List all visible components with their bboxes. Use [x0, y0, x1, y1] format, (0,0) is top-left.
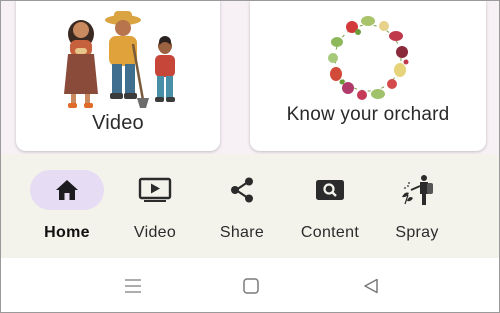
orchard-card-label: Know your orchard	[286, 104, 450, 125]
nav-label-share: Share	[219, 224, 265, 241]
fruit-wreath-illustration	[328, 16, 409, 100]
nav-item-content[interactable]: Content	[288, 168, 372, 252]
home-square-icon	[243, 278, 259, 294]
nav-label-video: Video	[133, 224, 177, 241]
video-card[interactable]: Video	[16, 0, 220, 151]
content-area: Video Know your orchard	[1, 0, 499, 154]
image-search-icon	[316, 180, 344, 200]
nav-item-video[interactable]: Video	[113, 168, 197, 252]
home-icon	[56, 180, 78, 200]
home-square-button[interactable]	[239, 274, 263, 298]
recent-apps-icon	[125, 279, 141, 293]
farmers-family-illustration	[64, 11, 175, 108]
share-icon	[231, 177, 253, 203]
nav-item-home[interactable]: Home	[25, 168, 109, 252]
orchard-card[interactable]: Know your orchard	[250, 0, 486, 151]
video-player-icon	[138, 177, 172, 202]
nav-label-content: Content	[300, 224, 360, 241]
recent-apps-button[interactable]	[121, 274, 145, 298]
nav-label-spray: Spray	[395, 224, 439, 241]
bottom-navigation-bar: Home Video Share Content Spray	[1, 154, 499, 258]
active-indicator-pill	[30, 170, 104, 210]
system-navigation-bar	[1, 258, 499, 312]
sprayer-icon	[402, 175, 433, 205]
nav-item-share[interactable]: Share	[200, 168, 284, 252]
nav-label-home: Home	[44, 224, 90, 241]
back-triangle-icon	[364, 278, 378, 294]
nav-item-spray[interactable]: Spray	[375, 168, 459, 252]
video-card-label: Video	[92, 112, 144, 134]
back-button[interactable]	[359, 274, 383, 298]
